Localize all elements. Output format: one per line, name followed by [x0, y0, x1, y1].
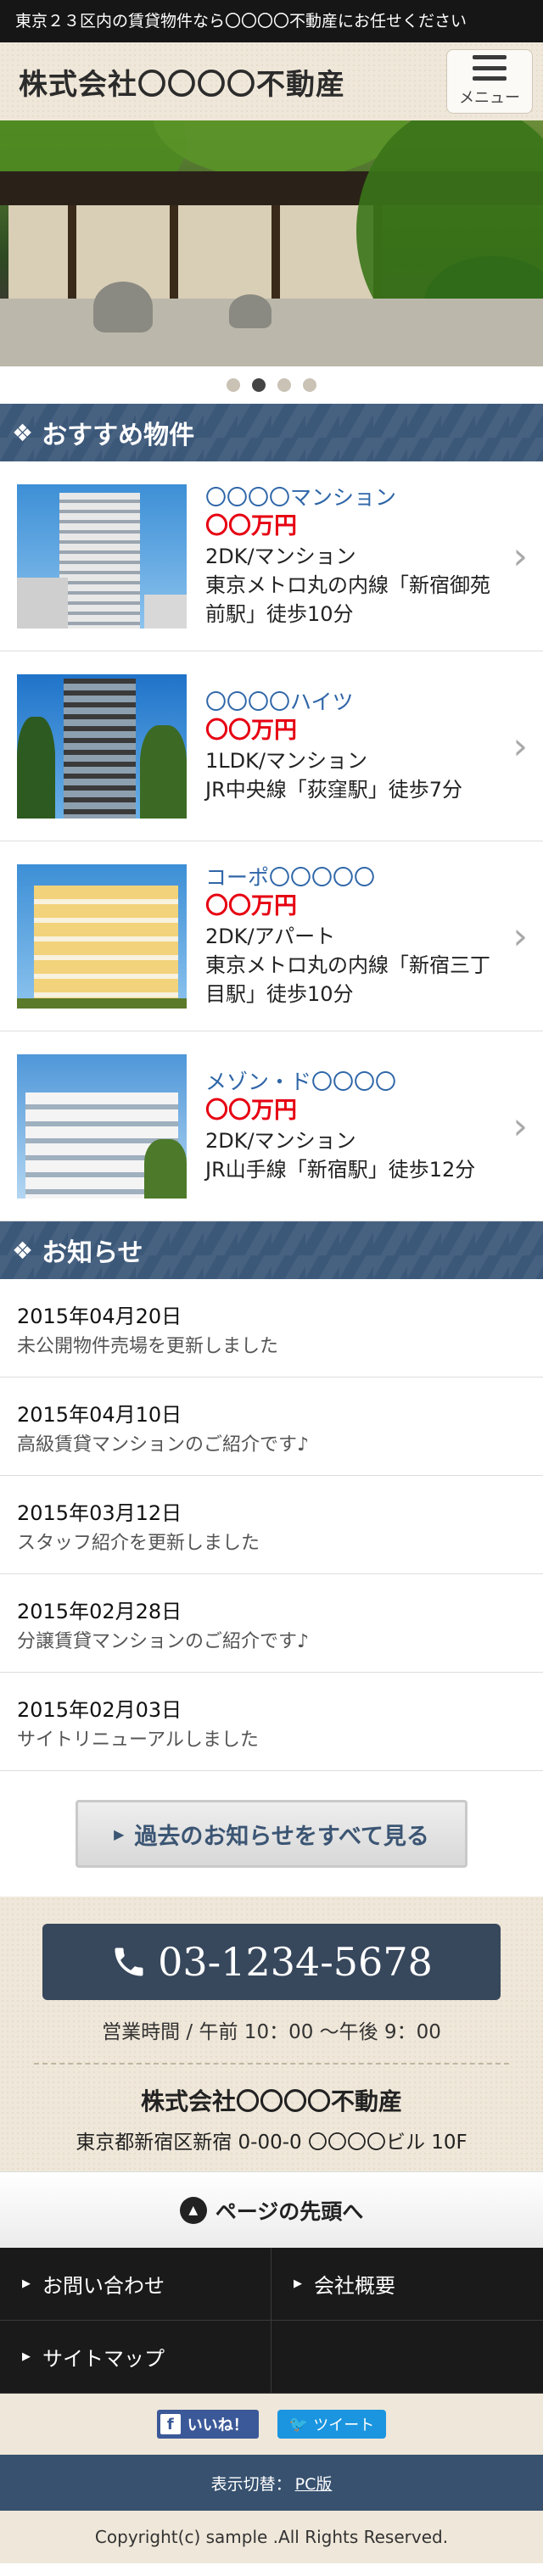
property-item[interactable]: 〇〇〇〇ハイツ 〇〇万円 1LDK/マンション JR中央線「荻窪駅」徒歩7分 › — [0, 651, 543, 841]
menu-label: メニュー — [459, 89, 520, 107]
property-type: 2DK/マンション — [205, 544, 356, 568]
company-name: 株式会社〇〇〇〇不動産 — [140, 2087, 402, 2115]
news-section-heading: ❖ お知らせ — [0, 1221, 543, 1279]
footer-nav-company[interactable]: ▶ 会社概要 — [272, 2248, 543, 2321]
arrow-up-icon: ▲ — [179, 2196, 207, 2224]
tweet-label: ツイート — [313, 2417, 375, 2434]
contact-section: 03-1234-5678 営業時間 / 午前 10：00 〜午後 9：00 株式… — [0, 1897, 543, 2171]
page-top-button[interactable]: ▲ ページの先頭へ — [0, 2171, 543, 2248]
property-access: JR山手線「新宿駅」徒歩12分 — [205, 1157, 476, 1182]
pc-version-link[interactable]: PC版 — [295, 2472, 333, 2495]
property-type: 2DK/マンション — [205, 1128, 356, 1153]
twitter-tweet-button[interactable]: 🐦 ツイート — [277, 2410, 387, 2439]
news-heading-text: お知らせ — [42, 1238, 143, 1268]
chevron-right-icon: › — [512, 534, 528, 578]
chevron-right-icon: › — [512, 724, 528, 768]
menu-button[interactable]: メニュー — [446, 49, 533, 114]
property-access: 東京メトロ丸の内線「新宿御苑前駅」徒歩10分 — [205, 573, 490, 626]
news-item[interactable]: 2015年04月20日 未公開物件売場を更新しました — [0, 1279, 543, 1377]
property-name[interactable]: コーポ〇〇〇〇〇 — [205, 864, 492, 891]
featured-section-heading: ❖ おすすめ物件 — [0, 404, 543, 461]
site-title[interactable]: 株式会社〇〇〇〇不動産 — [19, 61, 345, 103]
news-date: 2015年04月20日 — [17, 1305, 182, 1328]
diamond-icon: ❖ — [12, 418, 34, 447]
property-photo — [17, 673, 187, 819]
property-item[interactable]: コーポ〇〇〇〇〇 〇〇万円 2DK/アパート 東京メトロ丸の内線「新宿三丁目駅」… — [0, 841, 543, 1031]
news-item[interactable]: 2015年03月12日 スタッフ紹介を更新しました — [0, 1476, 543, 1574]
copyright: Copyright(c) sample .All Rights Reserved… — [0, 2511, 543, 2563]
slider-dot[interactable] — [277, 378, 291, 392]
slider-dots — [0, 366, 543, 404]
hero-slider-image[interactable] — [0, 120, 543, 366]
chevron-right-icon: › — [512, 914, 528, 958]
slider-dot[interactable] — [303, 378, 316, 392]
facebook-icon: f — [160, 2414, 181, 2434]
property-price: 〇〇万円 — [205, 717, 297, 744]
property-name[interactable]: メゾン・ド〇〇〇〇 — [205, 1069, 492, 1096]
page-top-label: ページの先頭へ — [215, 2199, 364, 2224]
like-label: いいね！ — [187, 2417, 249, 2434]
news-text[interactable]: 分譲賃貸マンションのご紹介です♪ — [17, 1627, 526, 1657]
social-buttons: f いいね！ 🐦 ツイート — [0, 2394, 543, 2455]
property-name[interactable]: 〇〇〇〇ハイツ — [205, 689, 492, 716]
display-switch-bar: 表示切替： PC版 — [0, 2455, 543, 2511]
property-item[interactable]: 〇〇〇〇マンション 〇〇万円 2DK/マンション 東京メトロ丸の内線「新宿御苑前… — [0, 461, 543, 651]
footer-nav-label: 会社概要 — [314, 2274, 395, 2298]
phone-icon — [115, 1947, 143, 1976]
property-price: 〇〇万円 — [205, 1097, 297, 1124]
chevron-right-icon: › — [512, 1104, 528, 1148]
top-tagline-bar: 東京２３区内の賃貸物件なら〇〇〇〇不動産にお任せください — [0, 0, 543, 42]
footer-nav-label: お問い合わせ — [42, 2274, 165, 2298]
news-date: 2015年03月12日 — [17, 1501, 182, 1525]
featured-heading-text: おすすめ物件 — [42, 421, 195, 450]
news-date: 2015年02月28日 — [17, 1600, 182, 1623]
property-item[interactable]: メゾン・ド〇〇〇〇 〇〇万円 2DK/マンション JR山手線「新宿駅」徒歩12分… — [0, 1031, 543, 1221]
twitter-bird-icon: 🐦 — [288, 2415, 309, 2434]
news-item[interactable]: 2015年02月03日 サイトリニューアルしました — [0, 1673, 543, 1771]
facebook-like-button[interactable]: f いいね！ — [156, 2410, 259, 2439]
slider-dot[interactable] — [227, 378, 240, 392]
news-text[interactable]: サイトリニューアルしました — [17, 1725, 526, 1756]
footer-nav: ▶ お問い合わせ ▶ 会社概要 ▶ サイトマップ — [0, 2248, 543, 2394]
property-access: JR中央線「荻窪駅」徒歩7分 — [205, 777, 463, 802]
dashed-divider — [34, 2063, 509, 2065]
triangle-right-icon: ▶ — [294, 2277, 302, 2290]
footer-nav-empty — [272, 2321, 543, 2394]
business-hours: 営業時間 / 午前 10：00 〜午後 9：00 — [102, 2021, 441, 2043]
site-header: 株式会社〇〇〇〇不動産 メニュー — [0, 42, 543, 120]
more-news-wrapper: ▶ 過去のお知らせをすべて見る — [0, 1771, 543, 1897]
news-date: 2015年04月10日 — [17, 1403, 182, 1427]
footer-nav-contact[interactable]: ▶ お問い合わせ — [0, 2248, 272, 2321]
property-photo — [17, 863, 187, 1009]
property-photo — [17, 483, 187, 629]
property-type: 2DK/アパート — [205, 924, 336, 948]
news-text[interactable]: スタッフ紹介を更新しました — [17, 1528, 526, 1559]
triangle-right-icon: ▶ — [114, 1825, 125, 1842]
property-type: 1LDK/マンション — [205, 748, 367, 773]
company-address: 東京都新宿区新宿 0-00-0 〇〇〇〇ビル 10F — [76, 2132, 467, 2154]
triangle-right-icon: ▶ — [22, 2350, 31, 2363]
tagline-text: 東京２３区内の賃貸物件なら〇〇〇〇不動産にお任せください — [15, 12, 467, 31]
property-name[interactable]: 〇〇〇〇マンション — [205, 484, 492, 511]
news-item[interactable]: 2015年02月28日 分譲賃貸マンションのご紹介です♪ — [0, 1574, 543, 1673]
news-text[interactable]: 未公開物件売場を更新しました — [17, 1332, 526, 1362]
more-news-button[interactable]: ▶ 過去のお知らせをすべて見る — [76, 1800, 467, 1868]
property-price: 〇〇万円 — [205, 892, 297, 919]
triangle-right-icon: ▶ — [22, 2277, 31, 2290]
news-date: 2015年02月03日 — [17, 1698, 182, 1722]
property-price: 〇〇万円 — [205, 512, 297, 539]
property-photo — [17, 1053, 187, 1199]
footer-nav-sitemap[interactable]: ▶ サイトマップ — [0, 2321, 272, 2394]
property-access: 東京メトロ丸の内線「新宿三丁目駅」徒歩10分 — [205, 953, 490, 1006]
phone-number: 03-1234-5678 — [158, 1939, 433, 1985]
more-news-label: 過去のお知らせをすべて見る — [134, 1823, 429, 1850]
hamburger-icon — [473, 55, 507, 81]
phone-call-button[interactable]: 03-1234-5678 — [42, 1924, 501, 2000]
news-item[interactable]: 2015年04月10日 高級賃貸マンションのご紹介です♪ — [0, 1377, 543, 1476]
diamond-icon: ❖ — [12, 1236, 34, 1265]
slider-dot-active[interactable] — [252, 378, 266, 392]
display-switch-label: 表示切替： — [210, 2474, 292, 2494]
footer-nav-label: サイトマップ — [42, 2347, 165, 2371]
news-text[interactable]: 高級賃貸マンションのご紹介です♪ — [17, 1430, 526, 1461]
